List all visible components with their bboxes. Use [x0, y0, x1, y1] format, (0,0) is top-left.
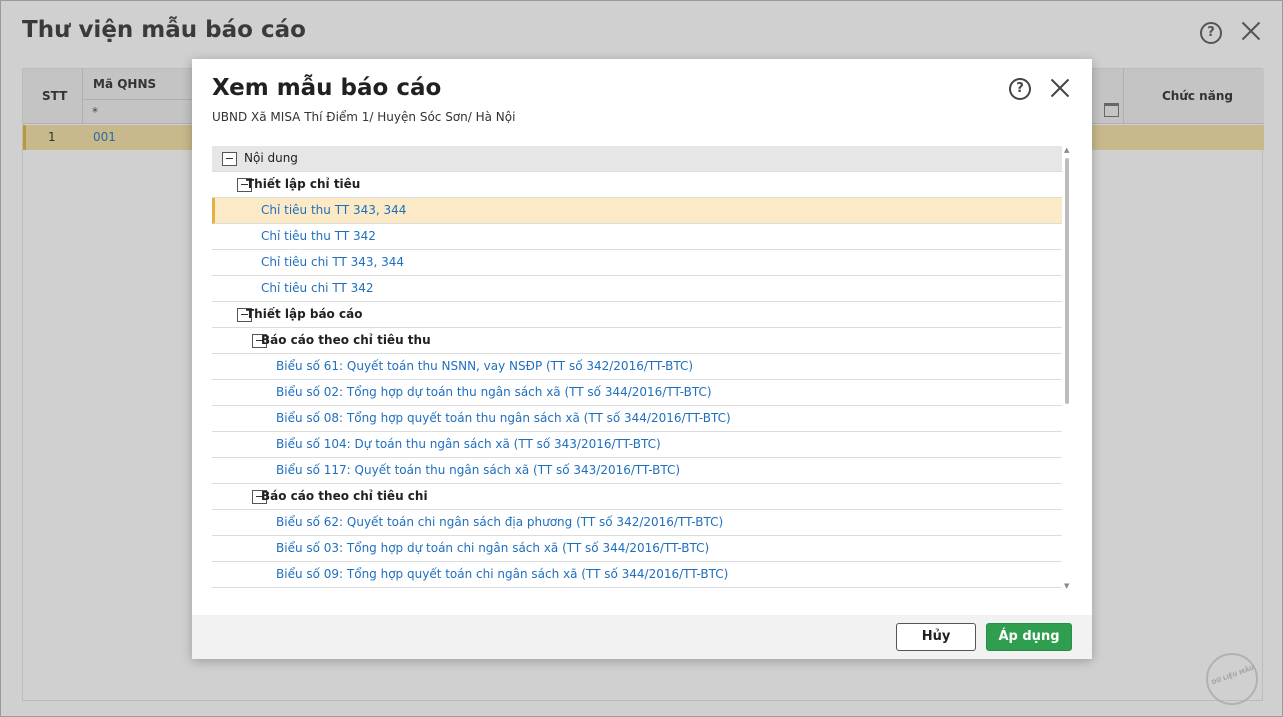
tree-item[interactable]: Biểu số 61: Quyết toán thu NSNN, vay NSĐ…	[212, 354, 1062, 380]
tree-item[interactable]: Chỉ tiêu chi TT 342	[212, 276, 1062, 302]
row-stt: 1	[48, 130, 56, 144]
dialog-subtitle: UBND Xã MISA Thí Điểm 1/ Huyện Sóc Sơn/ …	[212, 110, 516, 124]
collapse-toggle-icon[interactable]	[222, 152, 237, 166]
window-title: Thư viện mẫu báo cáo	[22, 17, 306, 43]
dialog-title: Xem mẫu báo cáo	[212, 75, 442, 101]
help-icon[interactable]: ?	[1200, 22, 1222, 44]
column-divider	[1123, 69, 1124, 124]
cancel-button[interactable]: Hủy	[896, 623, 976, 651]
dialog-close-icon[interactable]	[1048, 76, 1072, 100]
tree-item[interactable]: Biểu số 09: Tổng hợp quyết toán chi ngân…	[212, 562, 1062, 588]
tree-item-label: Biểu số 09: Tổng hợp quyết toán chi ngân…	[276, 567, 729, 581]
tree-item-label: Chỉ tiêu chi TT 342	[261, 281, 374, 295]
tree-item-label: Thiết lập báo cáo	[246, 307, 363, 321]
watermark-text: DỮ LIỆU MẪU	[1210, 664, 1256, 687]
tree-item-label: Nội dung	[244, 151, 298, 165]
tree-item[interactable]: Biểu số 02: Tổng hợp dự toán thu ngân sá…	[212, 380, 1062, 406]
tree-group[interactable]: Báo cáo theo chỉ tiêu thu	[212, 328, 1062, 354]
tree-item-label: Biểu số 117: Quyết toán thu ngân sách xã…	[276, 463, 681, 477]
tree-item-label: Báo cáo theo chỉ tiêu thu	[261, 333, 431, 347]
tree-item[interactable]: Biểu số 03: Tổng hợp dự toán chi ngân sá…	[212, 536, 1062, 562]
tree-item[interactable]: Biểu số 62: Quyết toán chi ngân sách địa…	[212, 510, 1062, 536]
tree-group[interactable]: Nội dung	[212, 146, 1062, 172]
watermark-stamp: DỮ LIỆU MẪU	[1206, 653, 1258, 705]
tree-group[interactable]: Báo cáo theo chỉ tiêu chi	[212, 484, 1062, 510]
tree-item-label: Biểu số 03: Tổng hợp dự toán chi ngân sá…	[276, 541, 710, 555]
tree-item[interactable]: Chỉ tiêu thu TT 343, 344	[212, 198, 1062, 224]
dialog-help-icon[interactable]: ?	[1009, 78, 1031, 100]
filter-operator[interactable]: *	[92, 105, 98, 119]
tree-item-label: Chỉ tiêu thu TT 342	[261, 229, 376, 243]
column-header-stt[interactable]: STT	[42, 89, 67, 103]
column-header-ma-qhns[interactable]: Mã QHNS	[93, 77, 156, 91]
tree-item-label: Chỉ tiêu chi TT 343, 344	[261, 255, 405, 269]
report-tree: Nội dung Thiết lập chỉ tiêu Chỉ tiêu thu T…	[212, 146, 1062, 588]
filter-row	[83, 99, 203, 123]
tree-item-label: Biểu số 61: Quyết toán thu NSNN, vay NSĐ…	[276, 359, 694, 373]
tree-item-label: Biểu số 104: Dự toán thu ngân sách xã (T…	[276, 437, 661, 451]
scroll-up-icon[interactable]: ▲	[1064, 146, 1069, 154]
row-ma-qhns[interactable]: 001	[93, 130, 116, 144]
tree-group[interactable]: Thiết lập chỉ tiêu	[212, 172, 1062, 198]
view-report-dialog: Xem mẫu báo cáo UBND Xã MISA Thí Điểm 1/…	[192, 59, 1092, 659]
tree-item[interactable]: Biểu số 117: Quyết toán thu ngân sách xã…	[212, 458, 1062, 484]
scrollbar-thumb[interactable]	[1065, 158, 1069, 404]
column-header-chuc-nang[interactable]: Chức năng	[1162, 89, 1233, 103]
tree-scrollbar[interactable]: ▲ ▼	[1064, 146, 1070, 590]
tree-group[interactable]: Thiết lập báo cáo	[212, 302, 1062, 328]
tree-item-label: Chỉ tiêu thu TT 343, 344	[261, 203, 407, 217]
tree-item[interactable]: Chỉ tiêu chi TT 343, 344	[212, 250, 1062, 276]
tree-item-label: Báo cáo theo chỉ tiêu chi	[261, 489, 428, 503]
tree-item[interactable]: Chỉ tiêu thu TT 342	[212, 224, 1062, 250]
apply-button[interactable]: Áp dụng	[986, 623, 1072, 651]
close-icon[interactable]	[1239, 19, 1263, 43]
tree-item[interactable]: Biểu số 104: Dự toán thu ngân sách xã (T…	[212, 432, 1062, 458]
dialog-footer: Hủy Áp dụng	[192, 615, 1092, 659]
tree-item-label: Biểu số 62: Quyết toán chi ngân sách địa…	[276, 515, 724, 529]
calendar-icon[interactable]	[1104, 103, 1119, 117]
scroll-down-icon[interactable]: ▼	[1064, 582, 1069, 590]
tree-item-label: Biểu số 02: Tổng hợp dự toán thu ngân sá…	[276, 385, 712, 399]
tree-item-label: Thiết lập chỉ tiêu	[246, 177, 361, 191]
tree-item[interactable]: Biểu số 08: Tổng hợp quyết toán thu ngân…	[212, 406, 1062, 432]
tree-item-label: Biểu số 08: Tổng hợp quyết toán thu ngân…	[276, 411, 731, 425]
